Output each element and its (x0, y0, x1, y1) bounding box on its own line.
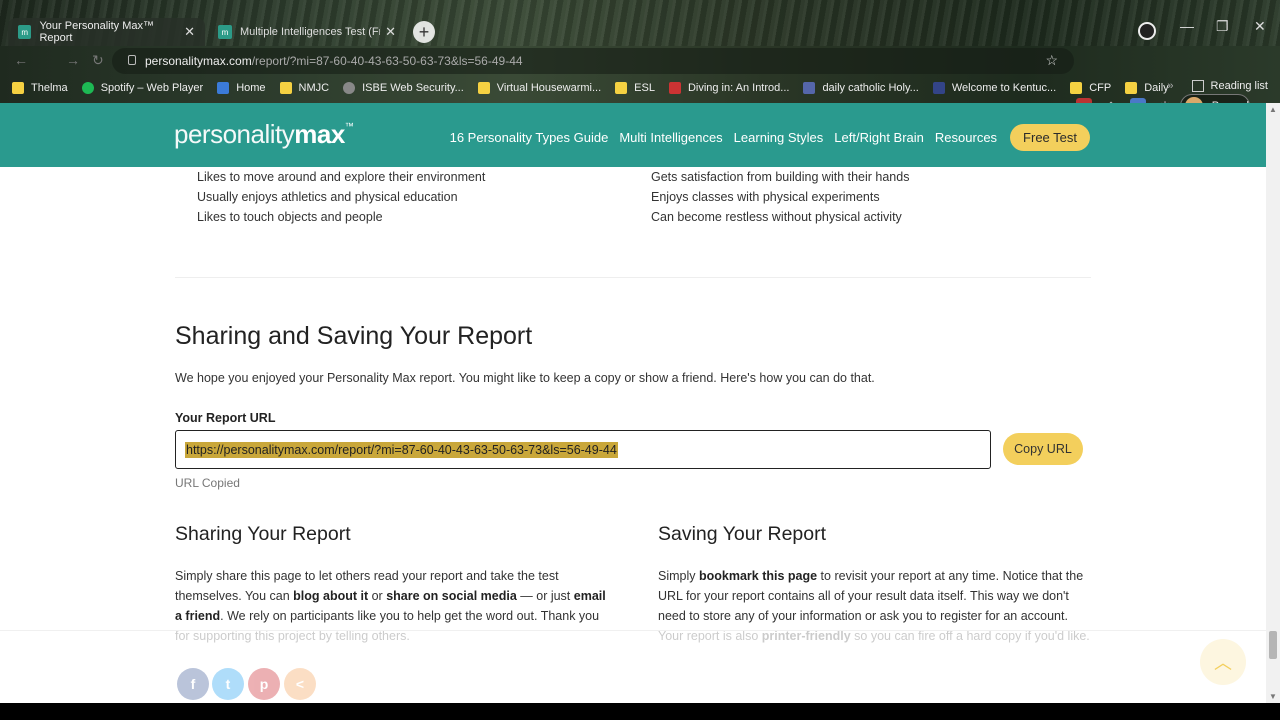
bookmark-nmjc[interactable]: NMJC (279, 82, 329, 94)
nav-learning-styles[interactable]: Learning Styles (734, 130, 824, 145)
scrollbar-thumb[interactable] (1269, 631, 1277, 659)
blog-link[interactable]: blog about it (293, 589, 368, 603)
bookmark-daily-catholic[interactable]: daily catholic Holy... (803, 82, 919, 94)
tab-title: Multiple Intelligences Test (Free (240, 26, 380, 38)
personalitymax-favicon-icon: m (218, 25, 232, 39)
chevron-up-icon: ︿ (1214, 653, 1232, 673)
tab-multiple-intelligences[interactable]: m Multiple Intelligences Test (Free ✕ (208, 18, 406, 46)
bookmark-isbe[interactable]: ISBE Web Security... (343, 82, 464, 94)
divider (175, 277, 1091, 278)
folder-icon (12, 82, 24, 94)
bookmark-virtual-housewarming[interactable]: Virtual Housewarmi... (477, 82, 601, 94)
twitter-icon[interactable]: t (212, 668, 244, 700)
sharing-paragraph: Simply share this page to let others rea… (175, 569, 606, 623)
divider (0, 630, 1266, 631)
saving-paragraph: Simply bookmark this page to revisit you… (658, 569, 1084, 623)
trait-item: Can become restless without physical act… (651, 210, 902, 224)
bookmark-link[interactable]: bookmark this page (699, 569, 817, 583)
flag-icon (932, 82, 945, 94)
trait-item: Gets satisfaction from building with the… (651, 170, 910, 184)
spotify-icon (81, 82, 94, 94)
copy-url-button[interactable]: Copy URL (1003, 433, 1083, 465)
bookmark-spotify[interactable]: Spotify – Web Player (81, 82, 203, 94)
saving-subtitle: Saving Your Report (658, 523, 827, 545)
folder-icon (615, 82, 628, 94)
facebook-icon[interactable]: f (177, 668, 209, 700)
scroll-to-top-button[interactable]: ︿ (1200, 639, 1246, 685)
close-tab-icon[interactable]: ✕ (184, 24, 195, 40)
site-nav: 16 Personality Types Guide Multi Intelli… (450, 124, 1090, 151)
url-copied-status: URL Copied (175, 476, 240, 490)
nav-16-personality-types[interactable]: 16 Personality Types Guide (450, 130, 609, 145)
pinterest-icon[interactable]: p (248, 668, 280, 700)
back-icon[interactable]: ← (14, 52, 28, 68)
site-logo[interactable]: personalitymax™ (174, 119, 354, 150)
image-icon (803, 82, 816, 94)
chevron-right-icon: » (1167, 80, 1174, 92)
bookmark-home[interactable]: Home (217, 82, 266, 94)
section-title: Sharing and Saving Your Report (175, 322, 533, 350)
media-indicator-icon[interactable] (1138, 22, 1156, 40)
lock-icon (128, 55, 136, 65)
browser-chrome: m Your Personality Max™ Report ✕ m Multi… (0, 0, 1280, 118)
shield-icon (217, 82, 230, 94)
reload-icon[interactable]: ↻ (92, 52, 104, 69)
address-url: personalitymax.com/report/?mi=87-60-40-4… (145, 54, 523, 68)
globe-icon (343, 82, 356, 94)
close-window-icon[interactable]: ✕ (1254, 18, 1266, 35)
bookmark-diving-in[interactable]: Diving in: An Introd... (668, 82, 789, 94)
browser-window: m Your Personality Max™ Report ✕ m Multi… (0, 0, 1280, 720)
restore-icon[interactable]: ❐ (1216, 18, 1229, 35)
folder-icon (1125, 82, 1138, 94)
toolbar: ← → ↻ personalitymax.com/report/?mi=87-6… (0, 46, 1280, 118)
bookmark-kentucky[interactable]: Welcome to Kentuc... (932, 82, 1056, 94)
new-tab-icon[interactable]: + (413, 21, 435, 43)
free-test-button[interactable]: Free Test (1010, 124, 1090, 151)
reading-list[interactable]: » Reading list (1167, 80, 1268, 92)
bookmark-star-icon[interactable]: ☆ (1045, 52, 1058, 69)
report-url-selected-text: https://personalitymax.com/report/?mi=87… (185, 442, 618, 458)
tab-title: Your Personality Max™ Report (39, 20, 154, 44)
bottom-edge (0, 703, 1280, 720)
trait-item: Likes to move around and explore their e… (197, 170, 486, 184)
report-url-label: Your Report URL (175, 411, 276, 425)
bookmark-daily[interactable]: Daily (1125, 82, 1169, 94)
minimize-icon[interactable]: — (1180, 18, 1194, 34)
sharing-subtitle: Sharing Your Report (175, 523, 351, 545)
personalitymax-favicon-icon: m (18, 25, 32, 39)
reading-list-icon (1191, 80, 1204, 92)
book-icon (668, 82, 681, 94)
trait-item: Enjoys classes with physical experiments (651, 190, 880, 204)
bookmark-cfp[interactable]: CFP (1070, 82, 1111, 94)
bookmarks-bar: Thelma Spotify – Web Player Home NMJC IS… (0, 77, 1280, 99)
scroll-up-icon[interactable]: ▲ (1269, 105, 1277, 114)
tab-strip: m Your Personality Max™ Report ✕ m Multi… (0, 14, 1280, 46)
folder-icon (1070, 82, 1083, 94)
social-media-link[interactable]: share on social media (386, 589, 517, 603)
web-page: personalitymax™ 16 Personality Types Gui… (0, 103, 1266, 703)
address-bar[interactable]: personalitymax.com/report/?mi=87-60-40-4… (112, 48, 1074, 74)
bookmark-esl[interactable]: ESL (615, 82, 655, 94)
nav-left-right-brain[interactable]: Left/Right Brain (834, 130, 924, 145)
section-intro: We hope you enjoyed your Personality Max… (175, 371, 875, 385)
folder-icon (279, 82, 292, 94)
scroll-down-icon[interactable]: ▼ (1269, 692, 1277, 701)
page-scrollbar[interactable]: ▲ ▼ (1266, 103, 1280, 703)
tab-report[interactable]: m Your Personality Max™ Report ✕ (8, 18, 205, 46)
trait-item: Usually enjoys athletics and physical ed… (197, 190, 458, 204)
saving-paragraph-faded: Your report is also printer-friendly so … (658, 629, 1090, 643)
nav-resources[interactable]: Resources (935, 130, 997, 145)
nav-multi-intelligences[interactable]: Multi Intelligences (619, 130, 722, 145)
report-url-field[interactable]: https://personalitymax.com/report/?mi=87… (175, 430, 991, 469)
share-icon[interactable]: < (284, 668, 316, 700)
sharing-paragraph-faded: for supporting this project by telling o… (175, 629, 410, 643)
site-header: personalitymax™ 16 Personality Types Gui… (0, 103, 1266, 167)
trait-item: Likes to touch objects and people (197, 210, 383, 224)
bookmark-thelma[interactable]: Thelma (12, 82, 68, 94)
close-tab-icon[interactable]: ✕ (385, 24, 396, 40)
folder-icon (477, 82, 490, 94)
forward-icon[interactable]: → (66, 52, 80, 68)
